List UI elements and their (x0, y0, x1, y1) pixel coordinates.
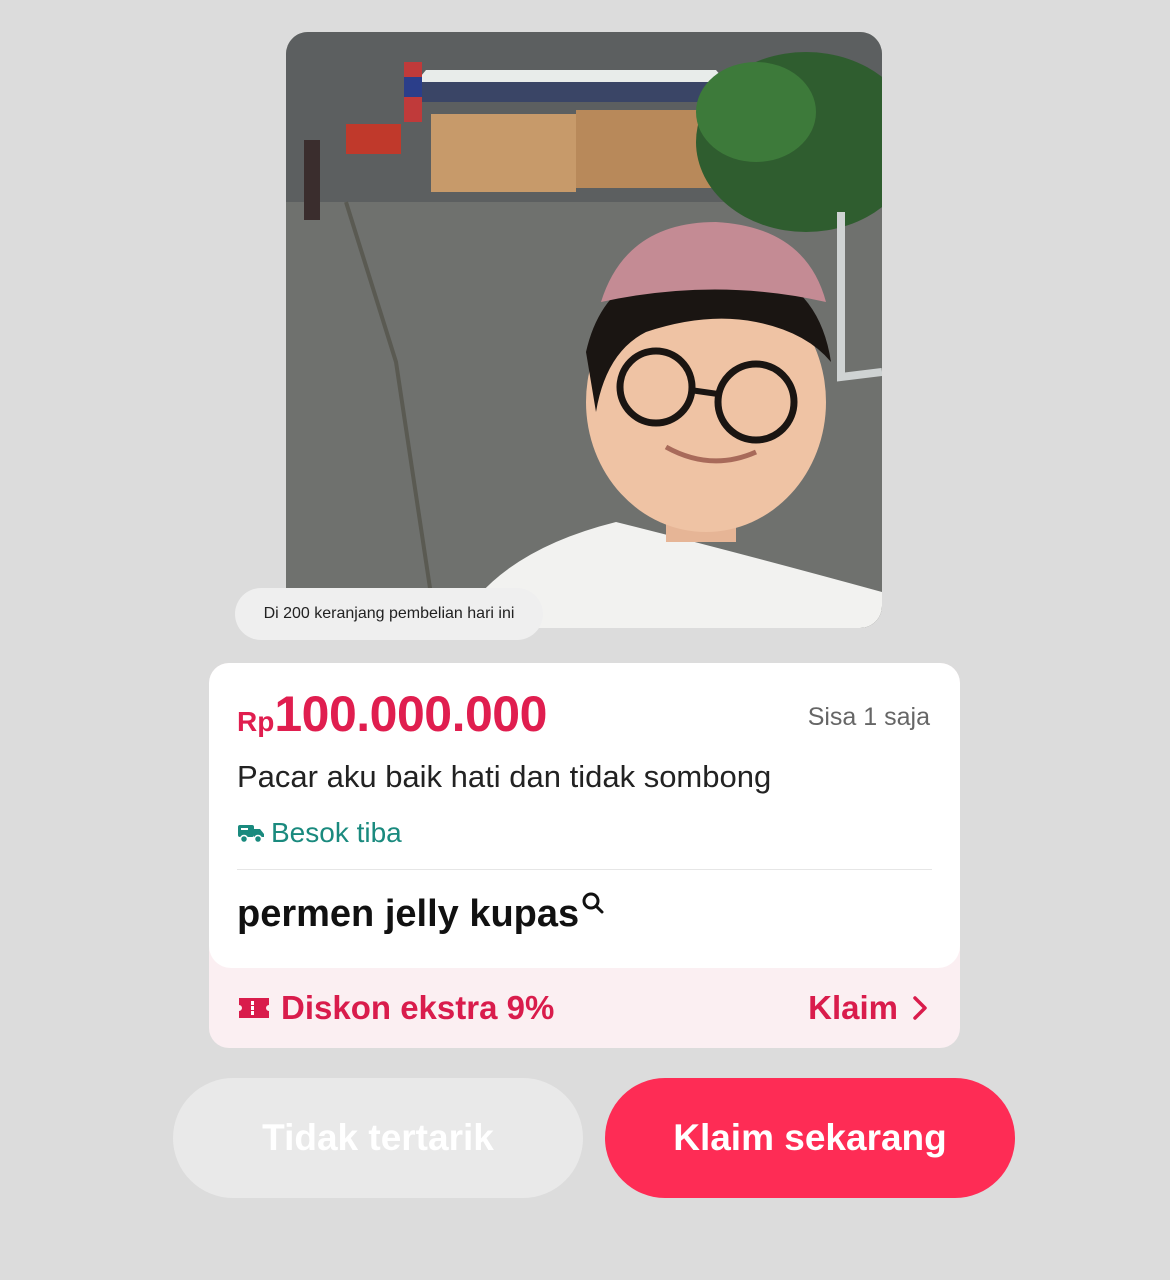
search-suggestion[interactable]: permen jelly kupas (237, 892, 605, 936)
price-currency: Rp (237, 706, 275, 737)
delivery-text: Besok tiba (271, 817, 402, 848)
discount-text: Diskon ekstra 9% (281, 989, 555, 1026)
product-card[interactable]: Rp100.000.000 Sisa 1 saja Pacar aku baik… (209, 663, 960, 1048)
cart-count-badge: Di 200 keranjang pembelian hari ini (235, 588, 543, 640)
delivery-info: Besok tiba (237, 817, 402, 849)
product-info: Rp100.000.000 Sisa 1 saja Pacar aku baik… (209, 663, 960, 968)
product-title: Pacar aku baik hati dan tidak sombong (237, 759, 772, 794)
ticket-icon (239, 998, 269, 1018)
discount-offer: Diskon ekstra 9% (237, 989, 554, 1027)
claim-now-button[interactable]: Klaim sekarang (605, 1078, 1015, 1198)
divider (237, 869, 932, 870)
claim-link[interactable]: Klaim (808, 989, 928, 1027)
claim-label: Klaim (808, 989, 898, 1026)
stock-label: Sisa 1 saja (807, 703, 930, 731)
search-term-text: permen jelly kupas (237, 893, 580, 935)
chevron-right-icon (913, 996, 927, 1020)
truck-icon (238, 825, 264, 844)
product-price: Rp100.000.000 (237, 685, 547, 743)
cart-count-text: Di 200 keranjang pembelian hari ini (263, 605, 515, 622)
price-amount: 100.000.000 (274, 686, 547, 742)
search-icon (582, 892, 604, 914)
product-photo (286, 32, 882, 628)
product-image[interactable] (286, 32, 882, 628)
not-interested-button[interactable]: Tidak tertarik (173, 1078, 583, 1198)
